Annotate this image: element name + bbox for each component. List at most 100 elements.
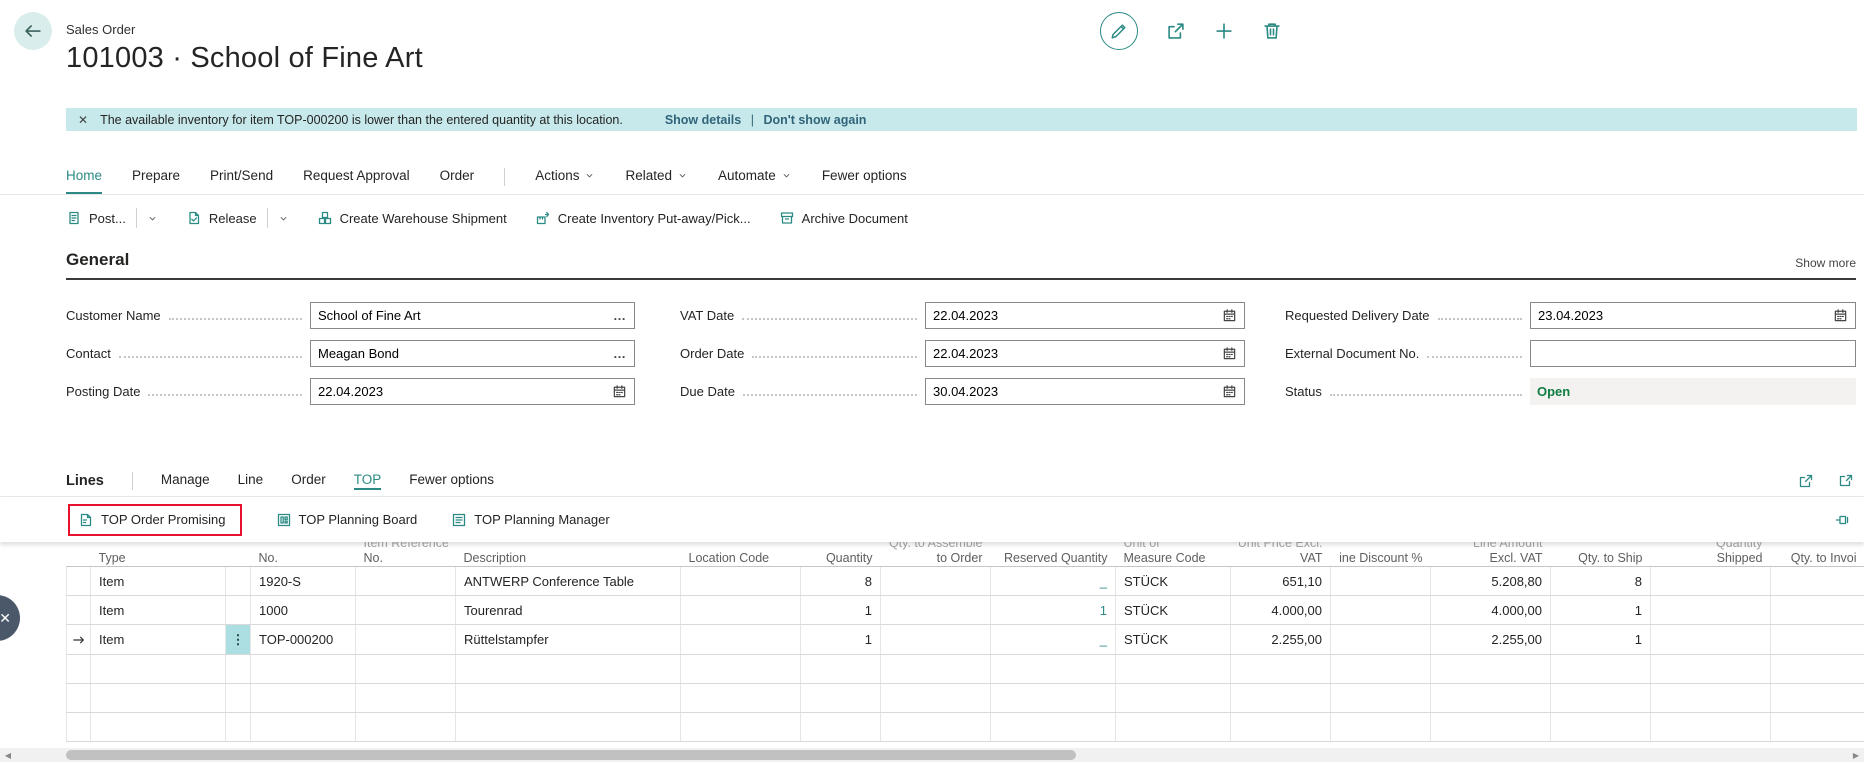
share-button[interactable] bbox=[1166, 21, 1186, 41]
external-document-no-field[interactable] bbox=[1530, 340, 1856, 367]
order-date-field[interactable]: 22.04.2023 bbox=[925, 340, 1245, 367]
cell-quantity[interactable]: 1 bbox=[801, 596, 881, 625]
top-planning-manager-button[interactable]: TOP Planning Manager bbox=[451, 512, 609, 528]
new-button[interactable] bbox=[1214, 21, 1234, 41]
horizontal-scrollbar[interactable]: ◀ ▶ bbox=[0, 748, 1864, 762]
lines-fewer-options-tab[interactable]: Fewer options bbox=[409, 472, 494, 490]
requested-delivery-date-field[interactable]: 23.04.2023 bbox=[1530, 302, 1856, 329]
popout-button[interactable] bbox=[1838, 473, 1854, 489]
show-more-link[interactable]: Show more bbox=[1795, 256, 1856, 270]
cell-no[interactable]: TOP-000200 bbox=[251, 625, 356, 655]
lines-tab-manage[interactable]: Manage bbox=[161, 472, 210, 490]
row-menu-cell[interactable] bbox=[226, 596, 251, 625]
column-header-location_code[interactable]: Location Code bbox=[681, 542, 801, 567]
cell-unit_price_excl_vat[interactable]: 2.255,00 bbox=[1231, 625, 1331, 655]
pin-button[interactable] bbox=[1834, 512, 1850, 528]
release-dropdown-button[interactable] bbox=[278, 213, 289, 224]
lines-tab-line[interactable]: Line bbox=[238, 472, 264, 490]
top-order-promising-button[interactable]: TOP Order Promising bbox=[68, 504, 242, 536]
cell-unit_of_measure_code[interactable]: STÜCK bbox=[1116, 625, 1231, 655]
column-header-row_menu[interactable] bbox=[226, 542, 251, 567]
lookup-ellipsis-icon[interactable]: … bbox=[613, 346, 627, 361]
column-header-qty_to_assemble_to_order[interactable]: Qty. to Assembleto Order bbox=[881, 542, 991, 567]
cell-quantity_shipped[interactable] bbox=[1651, 625, 1771, 655]
tab-order[interactable]: Order bbox=[440, 160, 475, 194]
cell-unit_price_excl_vat[interactable]: 651,10 bbox=[1231, 567, 1331, 596]
cell-qty_to_assemble_to_order[interactable] bbox=[881, 567, 991, 596]
customer-name-field[interactable]: School of Fine Art… bbox=[310, 302, 635, 329]
cell-description[interactable]: Rüttelstampfer bbox=[456, 625, 681, 655]
cell-line_amount_excl_vat[interactable]: 5.208,80 bbox=[1431, 567, 1551, 596]
cell-qty_to_invoice[interactable] bbox=[1771, 625, 1864, 655]
top-planning-board-button[interactable]: TOP Planning Board bbox=[276, 512, 418, 528]
calendar-icon[interactable] bbox=[1222, 308, 1237, 323]
cell-type[interactable]: Item bbox=[91, 567, 226, 596]
cell-location_code[interactable] bbox=[681, 625, 801, 655]
lines-tab-order[interactable]: Order bbox=[291, 472, 326, 490]
cell-no[interactable]: 1000 bbox=[251, 596, 356, 625]
cell-line_amount_excl_vat[interactable]: 4.000,00 bbox=[1431, 596, 1551, 625]
cell-quantity[interactable]: 1 bbox=[801, 625, 881, 655]
lines-tab-top[interactable]: TOP bbox=[354, 472, 382, 490]
post-button[interactable]: Post... bbox=[66, 210, 126, 226]
cell-qty_to_invoice[interactable] bbox=[1771, 567, 1864, 596]
calendar-icon[interactable] bbox=[1222, 346, 1237, 361]
calendar-icon[interactable] bbox=[612, 384, 627, 399]
floating-widget-button[interactable]: ✕ bbox=[0, 595, 20, 641]
calendar-icon[interactable] bbox=[1222, 384, 1237, 399]
cell-type[interactable]: Item bbox=[91, 625, 226, 655]
create-warehouse-shipment-button[interactable]: Create Warehouse Shipment bbox=[317, 210, 507, 226]
scrollbar-thumb[interactable] bbox=[66, 750, 1076, 760]
cell-no[interactable]: 1920-S bbox=[251, 567, 356, 596]
cell-reserved_quantity[interactable]: 1 bbox=[991, 596, 1116, 625]
cell-line_discount_pct[interactable] bbox=[1331, 596, 1431, 625]
dont-show-again-link[interactable]: Don't show again bbox=[763, 113, 866, 127]
column-header-unit_price_excl_vat[interactable]: Unit Price Excl.VAT bbox=[1231, 542, 1331, 567]
cell-qty_to_ship[interactable]: 8 bbox=[1551, 567, 1651, 596]
column-header-type[interactable]: Type bbox=[91, 542, 226, 567]
tab-prepare[interactable]: Prepare bbox=[132, 160, 180, 194]
close-icon[interactable]: ✕ bbox=[78, 113, 88, 127]
column-header-item_reference_no[interactable]: Item ReferenceNo. bbox=[356, 542, 456, 567]
column-header-quantity[interactable]: Quantity bbox=[801, 542, 881, 567]
delete-button[interactable] bbox=[1262, 21, 1282, 41]
posting-date-field[interactable]: 22.04.2023 bbox=[310, 378, 635, 405]
cell-line_discount_pct[interactable] bbox=[1331, 567, 1431, 596]
cell-qty_to_assemble_to_order[interactable] bbox=[881, 596, 991, 625]
row-menu-icon[interactable]: ⋮ bbox=[226, 625, 250, 654]
cell-quantity_shipped[interactable] bbox=[1651, 596, 1771, 625]
column-header-no[interactable]: No. bbox=[251, 542, 356, 567]
scroll-left-arrow-icon[interactable]: ◀ bbox=[0, 748, 16, 762]
cell-description[interactable]: ANTWERP Conference Table bbox=[456, 567, 681, 596]
tab-home[interactable]: Home bbox=[66, 160, 102, 194]
column-header-reserved_quantity[interactable]: Reserved Quantity bbox=[991, 542, 1116, 567]
cell-qty_to_ship[interactable]: 1 bbox=[1551, 596, 1651, 625]
cell-location_code[interactable] bbox=[681, 567, 801, 596]
archive-document-button[interactable]: Archive Document bbox=[779, 210, 908, 226]
column-header-qty_to_invoice[interactable]: Qty. to Invoi bbox=[1771, 542, 1864, 567]
back-button[interactable] bbox=[14, 12, 52, 50]
calendar-icon[interactable] bbox=[1833, 308, 1848, 323]
cell-item_reference_no[interactable] bbox=[356, 596, 456, 625]
column-header-unit_of_measure_code[interactable]: Unit ofMeasure Code bbox=[1116, 542, 1231, 567]
row-selector-cell[interactable] bbox=[67, 567, 91, 596]
tab-actions[interactable]: Actions bbox=[535, 160, 595, 194]
cell-line_discount_pct[interactable] bbox=[1331, 625, 1431, 655]
scroll-right-arrow-icon[interactable]: ▶ bbox=[1848, 748, 1864, 762]
cell-qty_to_invoice[interactable] bbox=[1771, 596, 1864, 625]
cell-unit_of_measure_code[interactable]: STÜCK bbox=[1116, 596, 1231, 625]
column-header-quantity_shipped[interactable]: QuantityShipped bbox=[1651, 542, 1771, 567]
column-header-selector[interactable] bbox=[67, 542, 91, 567]
cell-location_code[interactable] bbox=[681, 596, 801, 625]
cell-item_reference_no[interactable] bbox=[356, 625, 456, 655]
column-header-line_discount_pct[interactable]: Line Discount % bbox=[1331, 542, 1431, 567]
row-menu-cell[interactable]: ⋮ bbox=[226, 625, 251, 655]
fewer-options-tab[interactable]: Fewer options bbox=[822, 160, 907, 194]
cell-qty_to_assemble_to_order[interactable] bbox=[881, 625, 991, 655]
cell-qty_to_ship[interactable]: 1 bbox=[1551, 625, 1651, 655]
cell-quantity_shipped[interactable] bbox=[1651, 567, 1771, 596]
tab-automate[interactable]: Automate bbox=[718, 160, 792, 194]
cell-reserved_quantity[interactable]: _ bbox=[991, 567, 1116, 596]
cell-unit_price_excl_vat[interactable]: 4.000,00 bbox=[1231, 596, 1331, 625]
cell-line_amount_excl_vat[interactable]: 2.255,00 bbox=[1431, 625, 1551, 655]
